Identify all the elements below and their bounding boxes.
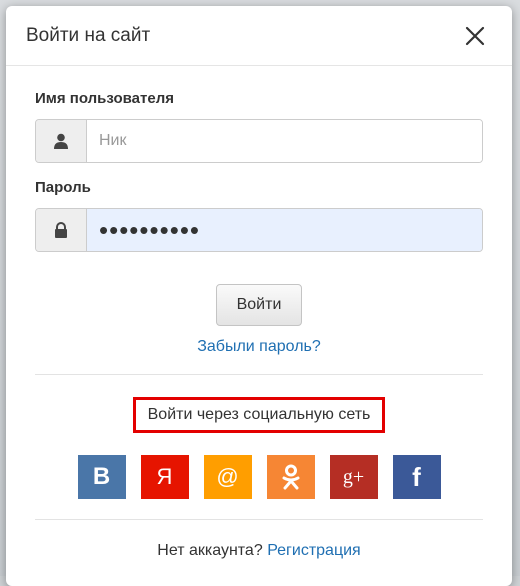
close-icon	[465, 26, 485, 45]
facebook-icon: f	[412, 461, 421, 492]
password-input[interactable]	[87, 209, 482, 251]
vk-button[interactable]: B	[77, 455, 126, 499]
social-label-wrap: Войти через социальную сеть	[35, 397, 483, 433]
close-button[interactable]	[462, 23, 488, 49]
password-label: Пароль	[35, 179, 91, 196]
register-link[interactable]: Регистрация	[267, 542, 361, 559]
mailru-icon: @	[216, 464, 239, 489]
divider	[35, 374, 483, 375]
username-input-group	[35, 119, 483, 163]
yandex-icon: Я	[156, 464, 173, 489]
vk-icon: B	[92, 463, 111, 490]
modal-header: Войти на сайт	[6, 6, 512, 66]
password-addon	[36, 209, 87, 251]
login-button[interactable]: Войти	[216, 284, 302, 326]
forgot-password-link[interactable]: Забыли пароль?	[197, 338, 321, 355]
ok-icon	[282, 464, 299, 490]
divider-bottom	[35, 519, 483, 520]
login-modal: Войти на сайт Имя пользователя Пароль	[6, 6, 512, 586]
lock-icon	[55, 222, 67, 238]
username-input[interactable]	[87, 120, 482, 162]
facebook-button[interactable]: f	[392, 455, 441, 499]
mailru-button[interactable]: @	[203, 455, 252, 499]
login-button-wrap: Войти	[35, 284, 483, 326]
social-login-label: Войти через социальную сеть	[132, 397, 386, 433]
user-icon	[54, 133, 68, 149]
password-input-group	[35, 208, 483, 252]
modal-body: Имя пользователя Пароль Войти	[6, 66, 512, 560]
odnoklassniki-button[interactable]	[266, 455, 315, 499]
forgot-password-wrap: Забыли пароль?	[35, 338, 483, 356]
social-buttons-row: B Я @ g+ f	[35, 455, 483, 499]
username-addon	[36, 120, 87, 162]
google-plus-icon: g+	[342, 465, 365, 488]
username-label: Имя пользователя	[35, 90, 174, 107]
no-account-text: Нет аккаунта?	[157, 542, 263, 559]
register-footer: Нет аккаунта? Регистрация	[35, 542, 483, 560]
yandex-button[interactable]: Я	[140, 455, 189, 499]
modal-title: Войти на сайт	[26, 24, 151, 46]
google-plus-button[interactable]: g+	[329, 455, 378, 499]
